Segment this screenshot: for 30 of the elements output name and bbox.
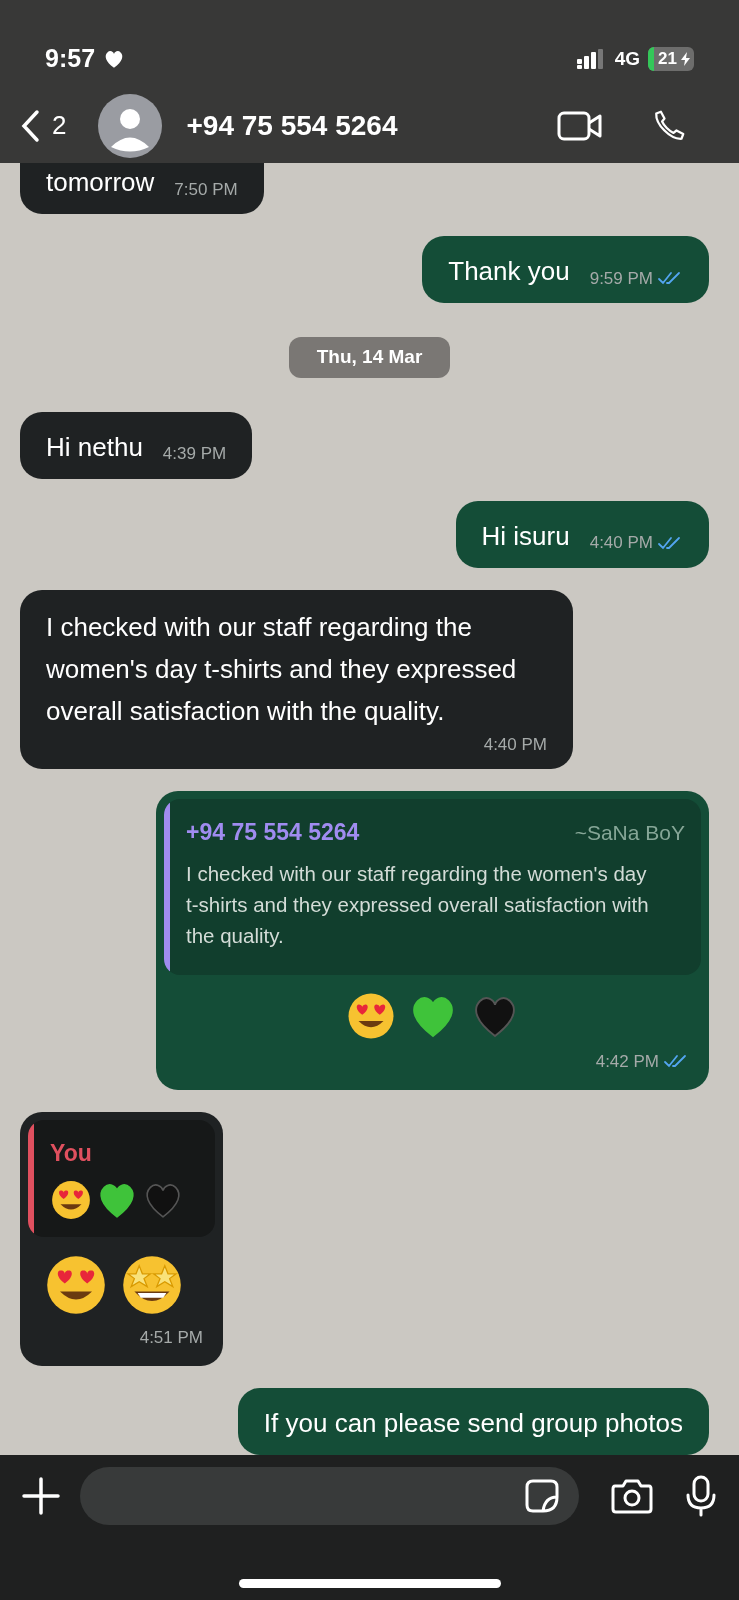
clock-time: 9:57 — [45, 43, 96, 75]
network-label: 4G — [614, 46, 641, 71]
avatar-icon[interactable] — [98, 93, 163, 158]
chevron-left-icon — [20, 108, 40, 143]
contact-name[interactable]: +94 75 554 5264 — [186, 104, 541, 147]
camera-icon[interactable] — [611, 1478, 653, 1514]
back-button[interactable]: 2 — [20, 106, 67, 145]
message-time: 4:42 PM — [595, 1050, 659, 1073]
message-time: 7:50 PM — [174, 178, 238, 201]
quote-text: I checked with our staff regarding the women's day t-shirts and they expressed overall satisfaction with the quality. — [186, 860, 650, 949]
message-text: Hi nethu — [46, 430, 143, 464]
battery-indicator: 21 — [648, 47, 694, 71]
message-text: I checked with our staff regarding the women's day t-shirts and they expressed overall satisfaction with the quality. — [46, 610, 518, 728]
quote-author: +94 75 554 5264 — [186, 818, 360, 847]
quote-author: You — [50, 1139, 92, 1168]
message-text: If you can please send group photos — [263, 1407, 683, 1440]
sticker-icon[interactable] — [525, 1479, 559, 1513]
quote-sender-name: ~SaNa BoY — [574, 820, 685, 846]
microphone-icon[interactable] — [685, 1475, 717, 1517]
message-time: 4:39 PM — [162, 443, 227, 465]
video-call-icon[interactable] — [557, 110, 603, 141]
message-time: 4:40 PM — [483, 733, 547, 756]
plus-icon[interactable] — [22, 1477, 60, 1515]
message-text: Thank you — [448, 255, 570, 288]
message-time: 4:51 PM — [139, 1326, 203, 1349]
message-time: 9:59 PM — [589, 267, 653, 290]
message-text: Hi isuru — [481, 519, 570, 553]
date-label: Thu, 14 Mar — [288, 337, 451, 378]
message-time: 4:40 PM — [589, 532, 653, 554]
message-text: tomorrow — [46, 166, 155, 199]
